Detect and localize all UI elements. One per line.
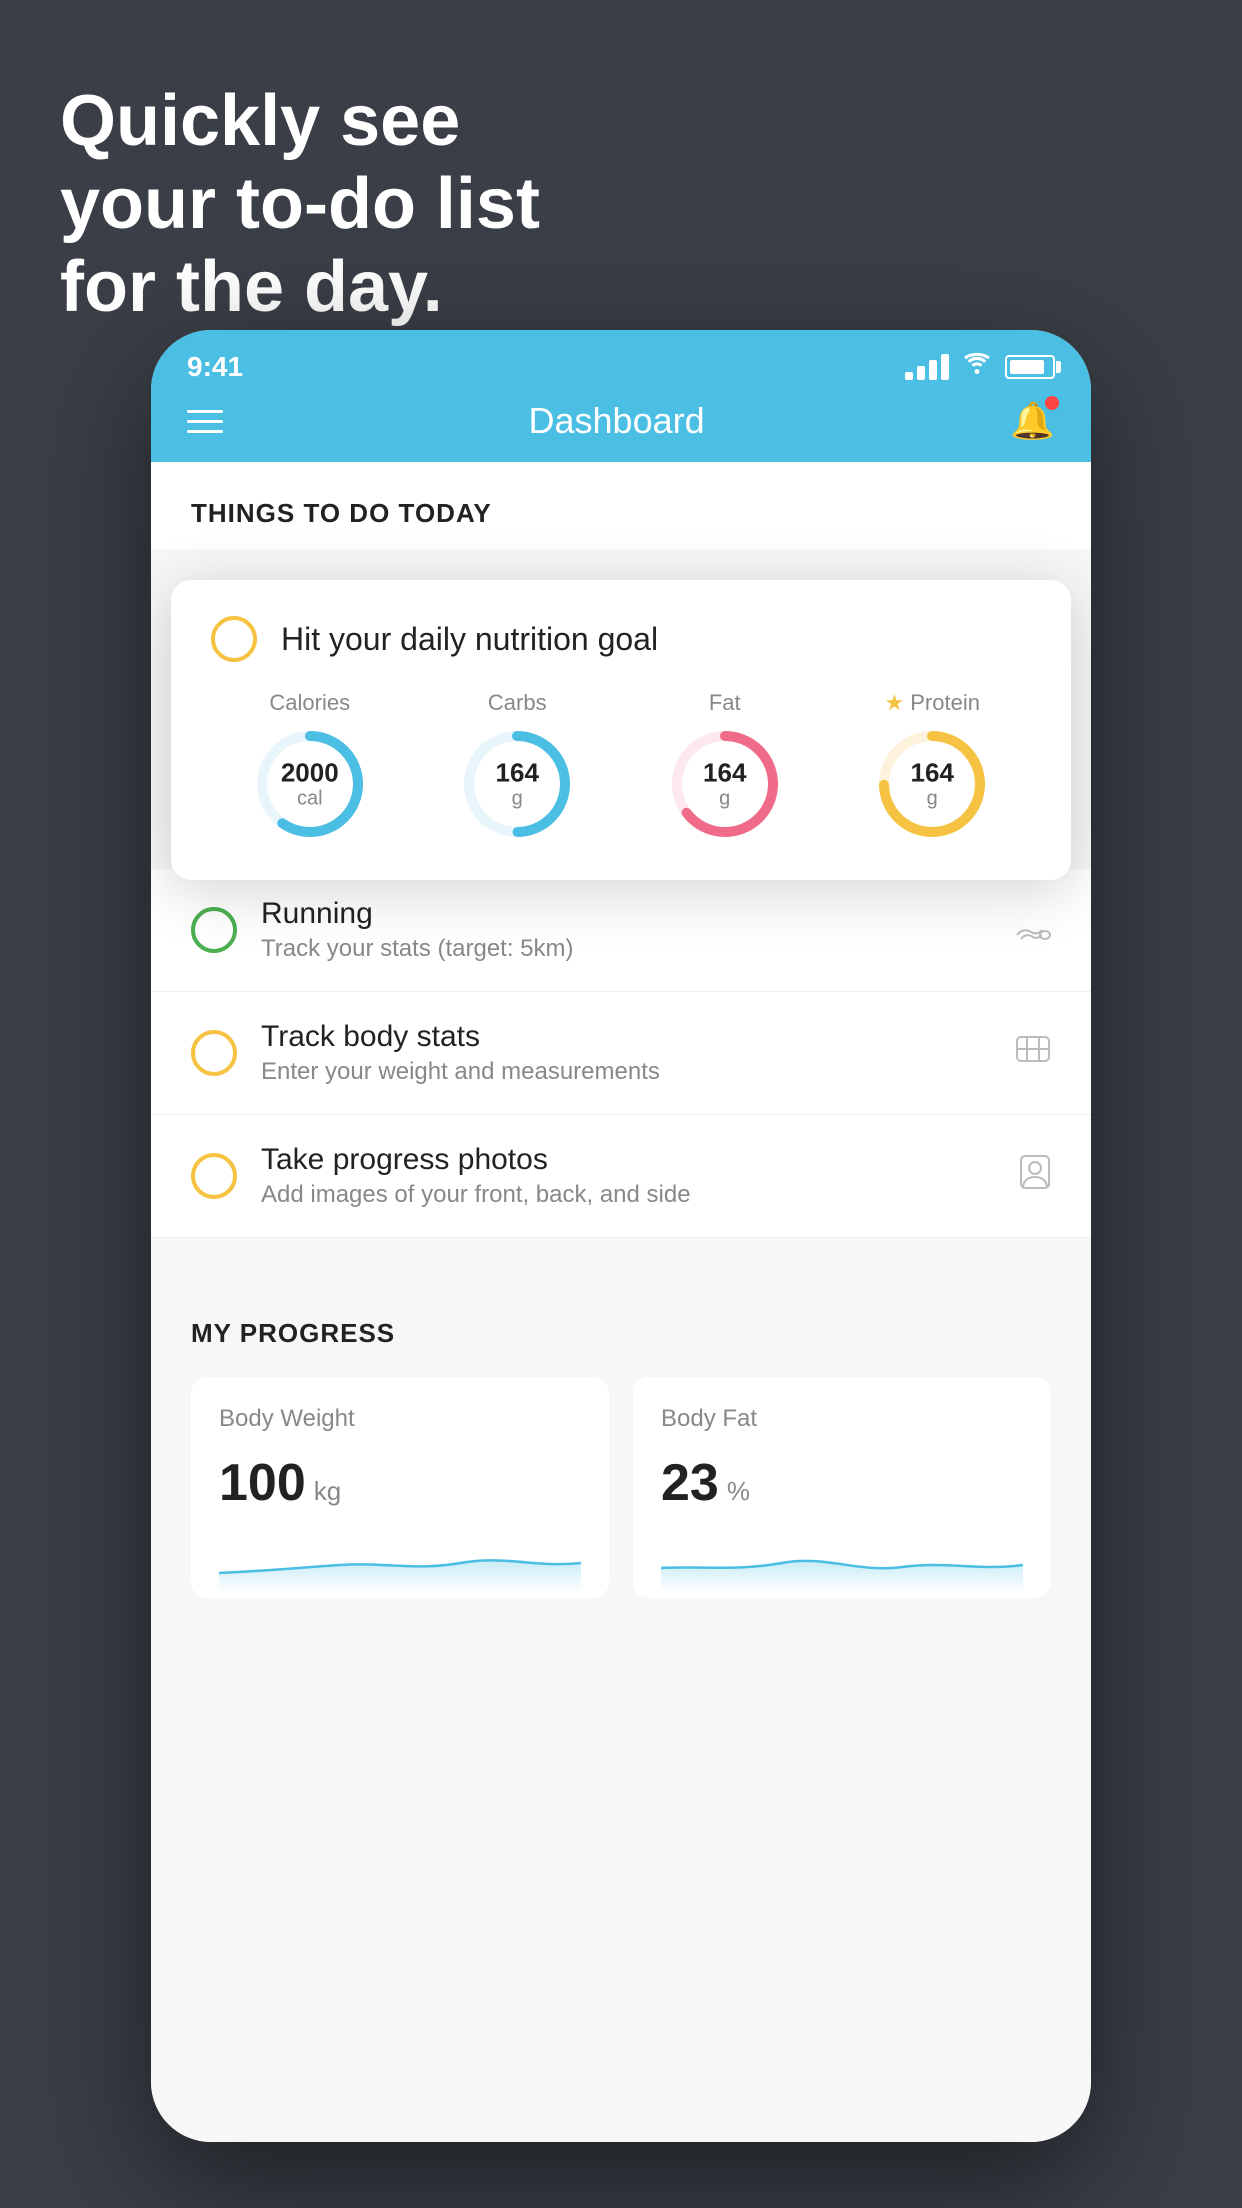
calories-value: 2000 <box>281 759 339 788</box>
calories-unit: cal <box>281 787 339 809</box>
scale-icon <box>1015 1033 1051 1073</box>
body-fat-label: Body Fat <box>661 1405 1023 1433</box>
status-icons <box>905 353 1055 382</box>
signal-icon <box>905 354 949 380</box>
body-stats-circle <box>191 1030 237 1076</box>
notification-dot <box>1045 396 1059 410</box>
nutrition-grid: Calories 2000 cal <box>211 690 1031 844</box>
calories-item: Calories 2000 cal <box>250 690 370 844</box>
calories-label: Calories <box>269 690 350 716</box>
running-subtitle: Track your stats (target: 5km) <box>261 935 991 963</box>
running-circle <box>191 907 237 953</box>
progress-cards: Body Weight 100 kg <box>191 1377 1051 1598</box>
nav-bar: Dashboard 🔔 <box>151 390 1091 462</box>
carbs-unit: g <box>496 787 539 809</box>
fat-unit: g <box>703 787 746 809</box>
carbs-donut: 164 g <box>457 724 577 844</box>
fat-item: Fat 164 g <box>665 690 785 844</box>
fat-value: 164 <box>703 759 746 788</box>
progress-section: MY PROGRESS Body Weight 100 kg <box>151 1278 1091 1638</box>
photos-text: Take progress photos Add images of your … <box>261 1143 995 1209</box>
progress-photos-item[interactable]: Take progress photos Add images of your … <box>151 1115 1091 1238</box>
carbs-value: 164 <box>496 759 539 788</box>
protein-item: ★ Protein 164 g <box>872 690 992 844</box>
things-section: THINGS TO DO TODAY <box>151 462 1091 549</box>
body-weight-value-row: 100 kg <box>219 1453 581 1513</box>
status-time: 9:41 <box>187 351 243 383</box>
body-weight-sparkline <box>219 1533 581 1593</box>
photos-subtitle: Add images of your front, back, and side <box>261 1181 995 1209</box>
body-weight-number: 100 <box>219 1453 306 1513</box>
protein-label: ★ Protein <box>885 690 980 716</box>
nutrition-goal-card[interactable]: Hit your daily nutrition goal Calories <box>171 580 1071 880</box>
body-weight-card[interactable]: Body Weight 100 kg <box>191 1377 609 1598</box>
status-bar: 9:41 <box>151 330 1091 390</box>
star-icon: ★ <box>885 690 905 716</box>
protein-value: 164 <box>911 759 954 788</box>
bell-icon[interactable]: 🔔 <box>1010 400 1055 442</box>
hero-text: Quickly see your to-do list for the day. <box>60 80 540 328</box>
body-fat-number: 23 <box>661 1453 719 1513</box>
body-weight-unit: kg <box>314 1476 341 1507</box>
phone-frame: 9:41 <box>151 330 1091 2142</box>
todo-list: Running Track your stats (target: 5km) <box>151 869 1091 1238</box>
body-fat-value-row: 23 % <box>661 1453 1023 1513</box>
body-fat-unit: % <box>727 1476 750 1507</box>
person-icon <box>1019 1154 1051 1198</box>
phone-screen: 9:41 <box>151 330 1091 2142</box>
progress-title: MY PROGRESS <box>191 1318 1051 1349</box>
card-header: Hit your daily nutrition goal <box>211 616 1031 662</box>
running-item[interactable]: Running Track your stats (target: 5km) <box>151 869 1091 992</box>
nav-title: Dashboard <box>529 400 705 442</box>
body-fat-card[interactable]: Body Fat 23 % <box>633 1377 1051 1598</box>
photos-title: Take progress photos <box>261 1143 995 1177</box>
hamburger-menu[interactable] <box>187 410 223 433</box>
battery-icon <box>1005 355 1055 379</box>
things-section-title: THINGS TO DO TODAY <box>191 498 1051 549</box>
phone-content: THINGS TO DO TODAY Hit your daily nutrit… <box>151 462 1091 2142</box>
body-weight-label: Body Weight <box>219 1405 581 1433</box>
running-text: Running Track your stats (target: 5km) <box>261 897 991 963</box>
photos-circle <box>191 1153 237 1199</box>
task-circle <box>211 616 257 662</box>
body-stats-title: Track body stats <box>261 1020 991 1054</box>
protein-unit: g <box>911 787 954 809</box>
carbs-label: Carbs <box>488 690 547 716</box>
body-stats-item[interactable]: Track body stats Enter your weight and m… <box>151 992 1091 1115</box>
calories-donut: 2000 cal <box>250 724 370 844</box>
fat-donut: 164 g <box>665 724 785 844</box>
body-stats-subtitle: Enter your weight and measurements <box>261 1058 991 1086</box>
running-title: Running <box>261 897 991 931</box>
card-title: Hit your daily nutrition goal <box>281 621 658 658</box>
fat-label: Fat <box>709 690 741 716</box>
carbs-item: Carbs 164 g <box>457 690 577 844</box>
body-fat-sparkline <box>661 1533 1023 1593</box>
protein-donut: 164 g <box>872 724 992 844</box>
body-stats-text: Track body stats Enter your weight and m… <box>261 1020 991 1086</box>
running-icon <box>1015 912 1051 949</box>
wifi-icon <box>963 353 991 382</box>
